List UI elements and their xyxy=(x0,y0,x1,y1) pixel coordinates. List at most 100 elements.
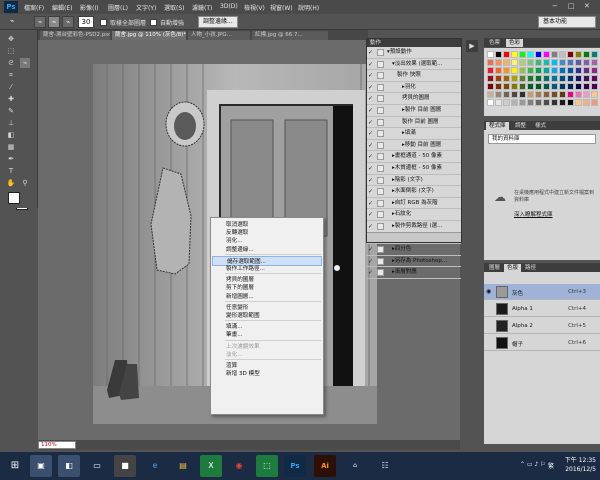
action-dialog-toggle[interactable] xyxy=(377,246,384,254)
color-swatch[interactable] xyxy=(551,75,558,82)
color-swatch[interactable] xyxy=(495,59,502,66)
color-swatch[interactable] xyxy=(511,91,518,98)
tab-layers-label[interactable]: 圖層 xyxy=(486,264,503,272)
close-icon[interactable]: ✕ xyxy=(584,2,590,10)
color-swatch[interactable] xyxy=(519,59,526,66)
color-swatch[interactable] xyxy=(503,91,510,98)
color-swatch[interactable] xyxy=(591,91,598,98)
system-tray-icons[interactable]: ⌃ ▭ ♪ ⚐ xyxy=(520,461,546,468)
taskbar-app-icon[interactable]: ◧ xyxy=(58,455,80,477)
action-dialog-toggle[interactable] xyxy=(377,257,384,265)
color-swatch[interactable] xyxy=(591,99,598,106)
internet-explorer-icon[interactable]: e xyxy=(144,455,166,477)
maximize-icon[interactable]: □ xyxy=(568,2,575,10)
color-swatch[interactable] xyxy=(495,99,502,106)
color-swatch[interactable] xyxy=(511,67,518,74)
menu-type[interactable]: 文字(Y) xyxy=(136,3,156,12)
color-swatch[interactable] xyxy=(551,59,558,66)
tab-doc-1[interactable]: 薩舍-濕台壁彩色-PSD2.psd xyxy=(40,31,110,40)
color-swatch[interactable] xyxy=(535,51,542,58)
color-swatch[interactable] xyxy=(567,59,574,66)
tab-styles-label[interactable]: 樣式 xyxy=(532,122,549,130)
color-swatch[interactable] xyxy=(511,75,518,82)
foreground-color-swatch[interactable] xyxy=(8,192,20,204)
action-row[interactable]: ✓ 拷貝的圖層 xyxy=(367,93,461,105)
color-swatch[interactable] xyxy=(495,83,502,90)
action-row[interactable]: ✓ ▸製作 目前 圖層 xyxy=(367,105,461,117)
color-swatch[interactable] xyxy=(567,91,574,98)
action-check-icon[interactable]: ✓ xyxy=(368,49,375,56)
action-check-icon[interactable]: ✓ xyxy=(368,211,375,218)
color-swatch[interactable] xyxy=(583,99,590,106)
move-tool-icon[interactable]: ✥ xyxy=(6,34,16,44)
color-swatch[interactable] xyxy=(551,83,558,90)
color-swatch[interactable] xyxy=(487,91,494,98)
tab-doc-3[interactable]: 人物_小孩.JPG... xyxy=(188,31,250,40)
action-check-icon[interactable]: ✓ xyxy=(368,246,375,253)
action-check-icon[interactable]: ✓ xyxy=(368,95,375,102)
action-row[interactable]: ✓ ▸水面倒影 (文字) xyxy=(367,186,461,198)
healing-tool-icon[interactable]: ✚ xyxy=(6,94,16,104)
color-swatch[interactable] xyxy=(583,67,590,74)
pen-tool-icon[interactable]: ✒ xyxy=(6,154,16,164)
quick-selection-tool-icon[interactable]: ⌁ xyxy=(6,16,18,28)
tab-doc-4[interactable]: 紅標.jpg @ 66.7... xyxy=(252,31,328,40)
action-check-icon[interactable]: ✓ xyxy=(368,223,375,230)
color-swatch[interactable] xyxy=(559,51,566,58)
action-row[interactable]: ✓ 製作 目前 圖層 xyxy=(367,117,461,129)
color-swatch[interactable] xyxy=(527,51,534,58)
color-swatch[interactable] xyxy=(487,75,494,82)
color-swatch[interactable] xyxy=(487,59,494,66)
library-dropdown[interactable]: 我的資料庫 xyxy=(488,134,596,144)
action-check-icon[interactable]: ✓ xyxy=(368,188,375,195)
windows-start-icon[interactable]: ⊞ xyxy=(4,455,26,477)
ime-indicator[interactable]: 繁 xyxy=(548,461,554,470)
color-swatch[interactable] xyxy=(495,51,502,58)
color-swatch[interactable] xyxy=(575,51,582,58)
color-swatch[interactable] xyxy=(543,75,550,82)
action-dialog-toggle[interactable] xyxy=(377,118,384,126)
context-menu-item[interactable]: 新增 3D 模型 xyxy=(212,369,322,379)
color-swatch[interactable] xyxy=(527,59,534,66)
color-swatch[interactable] xyxy=(511,59,518,66)
action-dialog-toggle[interactable] xyxy=(377,199,384,207)
color-swatch[interactable] xyxy=(551,91,558,98)
action-check-icon[interactable]: ✓ xyxy=(368,130,375,137)
taskbar-app-icon[interactable]: ⬚ xyxy=(256,455,278,477)
color-swatch[interactable] xyxy=(535,75,542,82)
color-swatch[interactable] xyxy=(591,83,598,90)
color-swatch[interactable] xyxy=(503,75,510,82)
color-swatch[interactable] xyxy=(583,91,590,98)
tab-paths-label[interactable]: 路徑 xyxy=(522,264,539,272)
action-check-icon[interactable]: ✓ xyxy=(368,142,375,149)
color-swatch[interactable] xyxy=(583,51,590,58)
color-swatch[interactable] xyxy=(559,59,566,66)
color-swatch[interactable] xyxy=(575,99,582,106)
eraser-tool-icon[interactable]: ◧ xyxy=(6,130,16,140)
action-row[interactable]: ✓ ▸四分色 xyxy=(367,244,461,256)
zoom-field[interactable]: 110% xyxy=(38,441,76,449)
excel-icon[interactable]: X xyxy=(200,455,222,477)
learn-more-link[interactable]: 深入瞭解程式庫 xyxy=(514,210,553,218)
menu-3d[interactable]: 3D(D) xyxy=(220,3,238,10)
tab-doc-2[interactable]: 薩舍.jpg @ 110% (灰色/8)* × xyxy=(112,31,186,40)
taskbar-app-icon[interactable]: ☷ xyxy=(374,455,396,477)
type-tool-icon[interactable]: T xyxy=(6,166,16,176)
action-check-icon[interactable]: ✓ xyxy=(368,107,375,114)
subtract-selection-icon[interactable]: ⌁ xyxy=(62,16,74,28)
action-dialog-toggle[interactable] xyxy=(377,188,384,196)
refine-edge-button[interactable]: 調整邊緣... xyxy=(198,16,238,28)
menu-window[interactable]: 視窗(W) xyxy=(270,3,293,12)
color-swatch[interactable] xyxy=(487,83,494,90)
workspace-select[interactable]: 基本功能 xyxy=(538,16,596,28)
color-swatch[interactable] xyxy=(519,51,526,58)
color-swatch[interactable] xyxy=(559,91,566,98)
action-row[interactable]: ✓ ▸移動 目前 圖層 xyxy=(367,140,461,152)
color-swatch[interactable] xyxy=(567,67,574,74)
tab-color-label[interactable]: 色彩 xyxy=(506,39,524,47)
color-swatch[interactable] xyxy=(591,59,598,66)
clock[interactable]: 下午 12:35 2016/12/5 xyxy=(565,456,596,474)
color-swatch[interactable] xyxy=(567,99,574,106)
menu-filter[interactable]: 濾鏡(T) xyxy=(192,3,212,12)
color-swatch[interactable] xyxy=(487,99,494,106)
